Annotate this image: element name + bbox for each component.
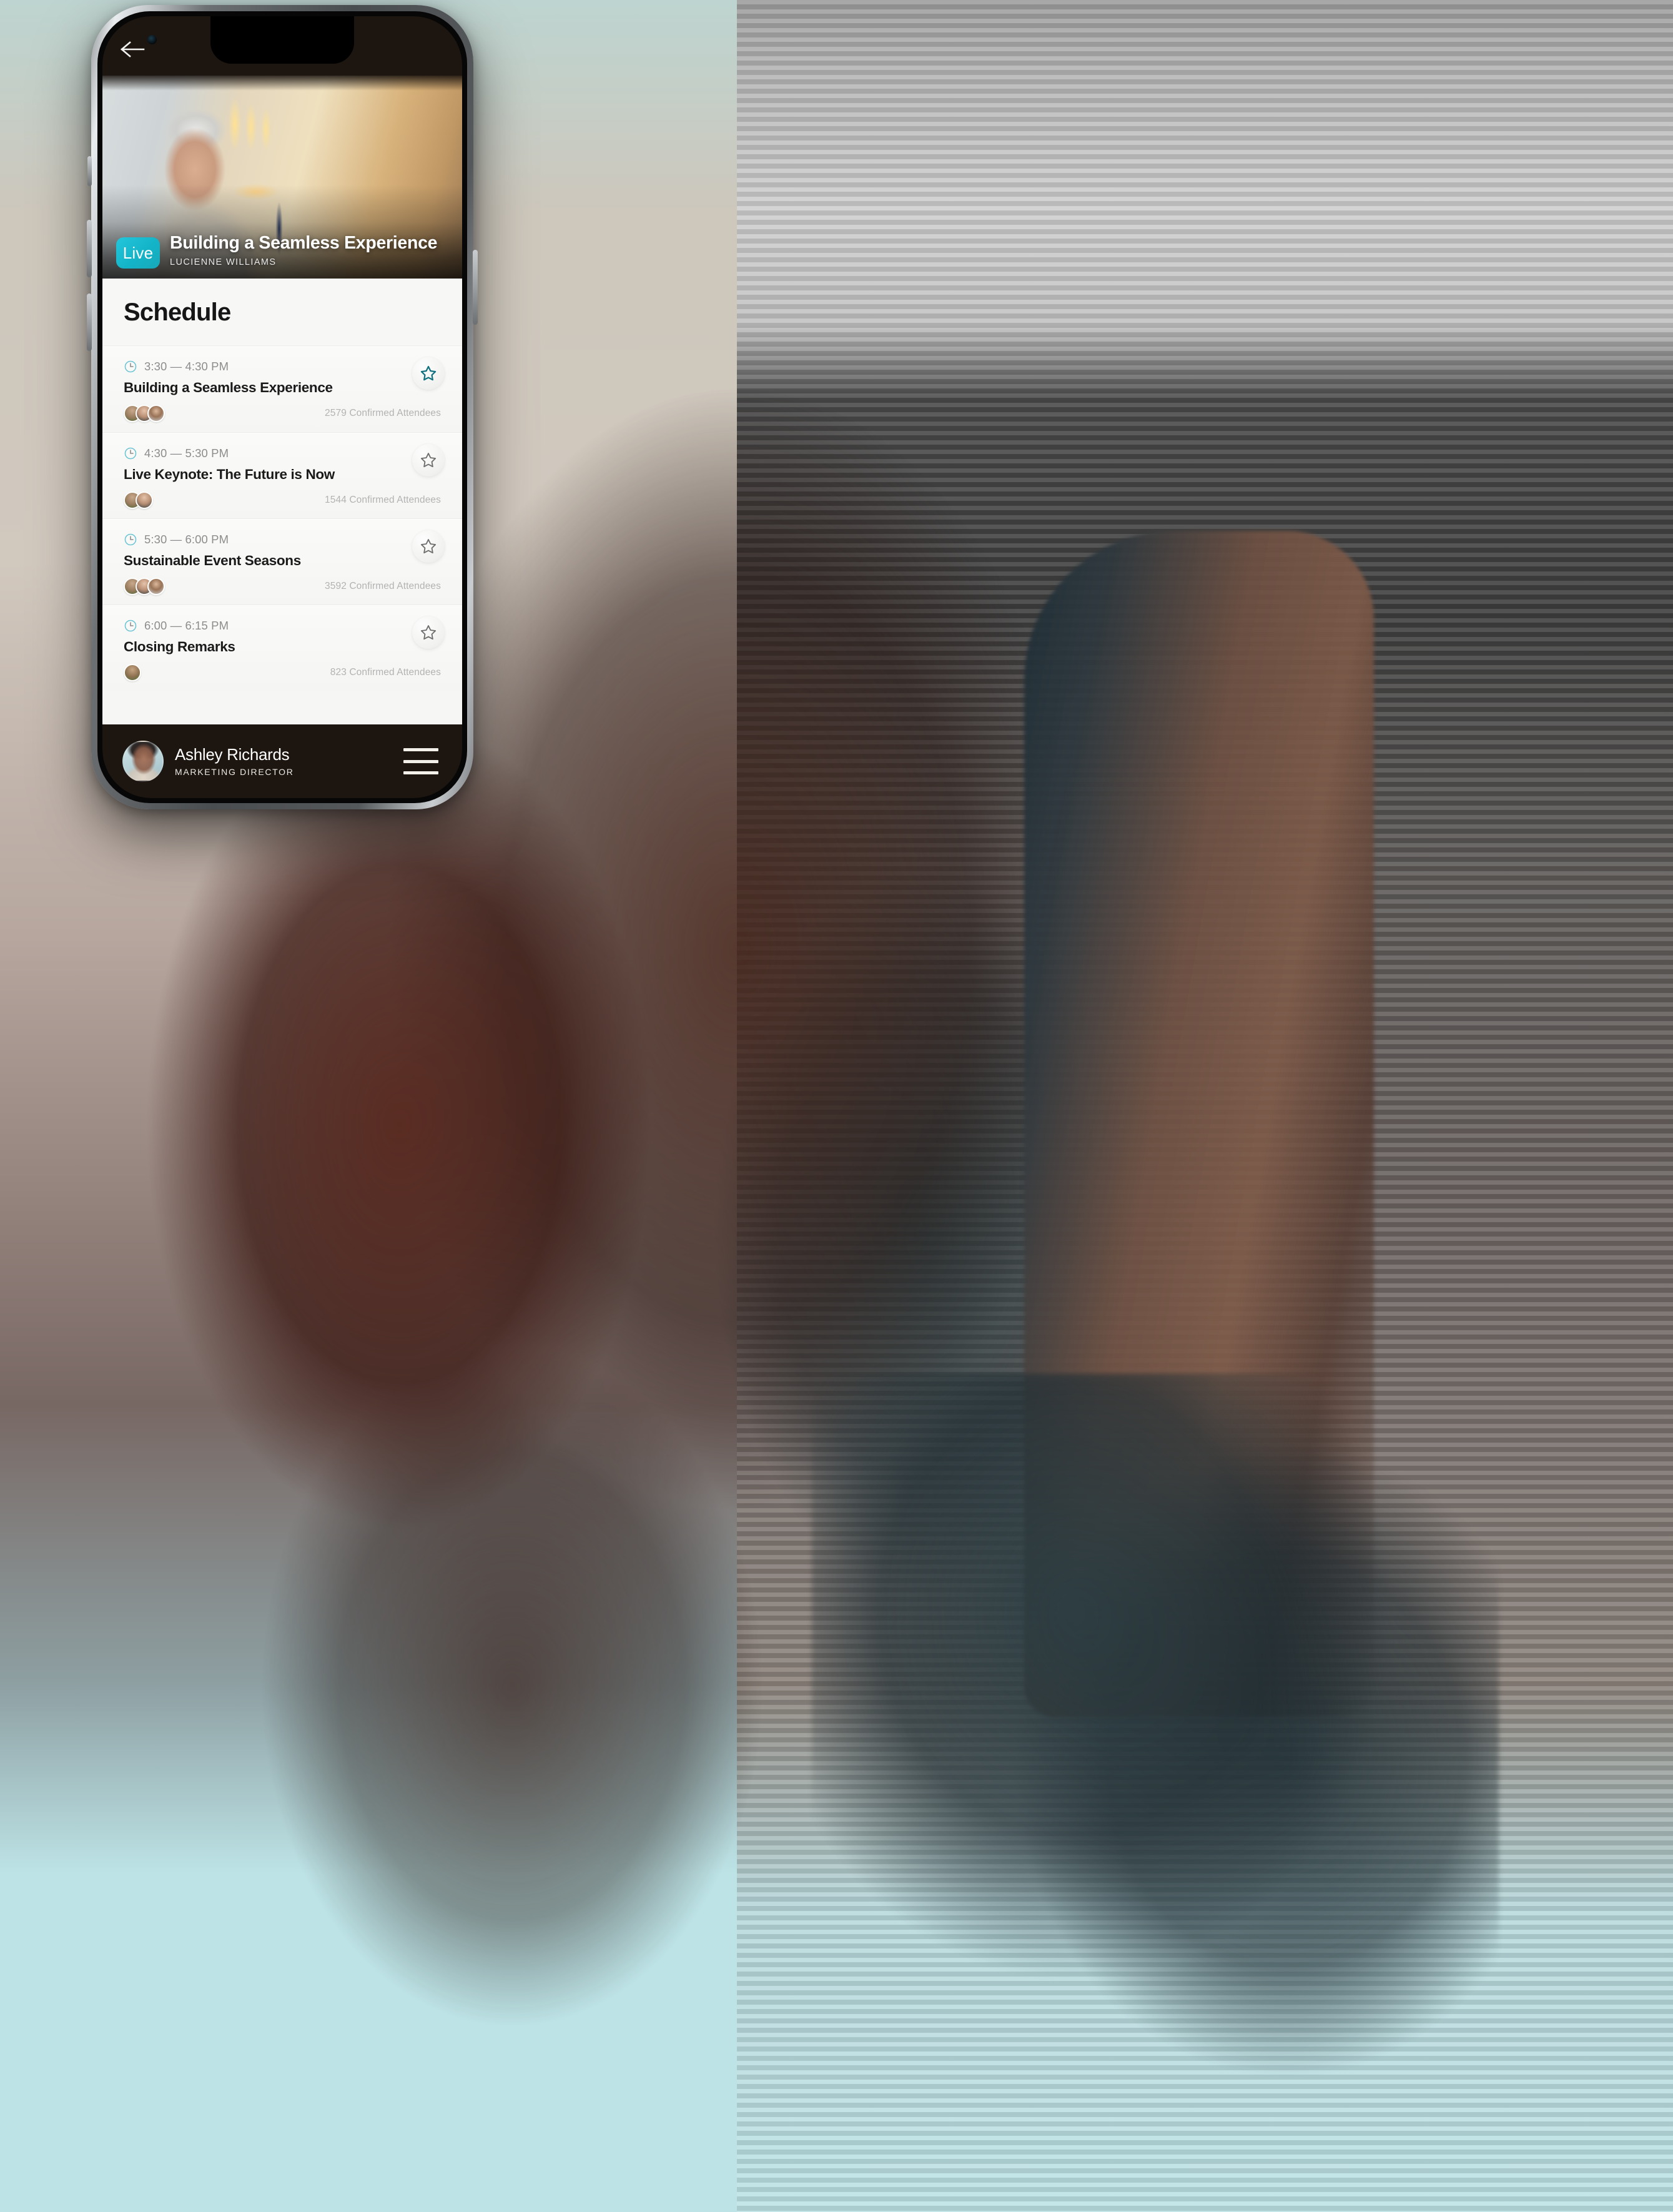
favorite-button[interactable] (412, 616, 445, 649)
menu-bar (403, 748, 438, 751)
attendee-count: 1544 Confirmed Attendees (325, 495, 441, 505)
row-time-group: 5:30 — 6:00 PM (124, 533, 441, 546)
back-button[interactable] (119, 39, 146, 60)
front-camera-icon (147, 35, 157, 44)
user-name: Ashley Richards (175, 745, 290, 764)
schedule-row[interactable]: 4:30 — 5:30 PM Live Keynote: The Future … (102, 432, 462, 518)
schedule-row[interactable]: 5:30 — 6:00 PM Sustainable Event Seasons… (102, 518, 462, 605)
session-title: Building a Seamless Experience (124, 380, 333, 395)
session-time: 4:30 — 5:30 PM (144, 447, 229, 460)
hero-text-group: Building a Seamless Experience LUCIENNE … (170, 233, 438, 267)
schedule-row[interactable]: 3:30 — 4:30 PM Building a Seamless Exper… (102, 346, 462, 432)
attendee-avatars (124, 405, 165, 422)
phone-screen: Live Building a Seamless Experience LUCI… (102, 16, 462, 798)
avatar (136, 491, 153, 509)
user-role: MARKETING DIRECTOR (175, 766, 294, 777)
row-footer: 1544 Confirmed Attendees (124, 491, 441, 509)
user-avatar[interactable] (122, 741, 164, 782)
attendee-avatars (124, 491, 153, 509)
row-time-group: 6:00 — 6:15 PM (124, 619, 441, 633)
session-time: 3:30 — 4:30 PM (144, 360, 229, 373)
row-footer: 823 Confirmed Attendees (124, 664, 441, 681)
avatar (124, 664, 141, 681)
hamburger-menu-icon[interactable] (403, 748, 438, 774)
app-root: Live Building a Seamless Experience LUCI… (102, 16, 462, 798)
avatar (147, 405, 165, 422)
palm-shape (812, 1374, 1499, 2211)
hero-speaker: LUCIENNE WILLIAMS (170, 257, 277, 267)
hero-session-card[interactable]: Live Building a Seamless Experience LUCI… (102, 76, 462, 279)
hero-title: Building a Seamless Experience (170, 233, 438, 253)
hero-top-fade (102, 76, 462, 91)
attendee-count: 823 Confirmed Attendees (330, 667, 441, 678)
page-title: Schedule (124, 298, 231, 326)
user-meta: Ashley Richards MARKETING DIRECTOR (175, 746, 392, 777)
bottom-user-bar: Ashley Richards MARKETING DIRECTOR (102, 724, 462, 798)
attendee-count: 2579 Confirmed Attendees (325, 408, 441, 418)
phone-volume-up-button[interactable] (87, 220, 92, 277)
clock-icon (124, 620, 137, 632)
session-title: Closing Remarks (124, 639, 235, 654)
star-icon (420, 453, 437, 468)
session-time: 6:00 — 6:15 PM (144, 619, 229, 632)
live-badge: Live (116, 237, 160, 269)
star-icon (420, 365, 437, 381)
avatar (147, 578, 165, 595)
app-header (102, 16, 462, 76)
phone-power-button[interactable] (473, 250, 478, 325)
favorite-button[interactable] (412, 530, 445, 563)
attendee-avatars (124, 578, 165, 595)
star-icon (420, 625, 437, 640)
hero-caption: Live Building a Seamless Experience LUCI… (102, 233, 462, 269)
row-time-group: 4:30 — 5:30 PM (124, 447, 441, 460)
row-footer: 3592 Confirmed Attendees (124, 578, 441, 595)
clock-icon (124, 360, 137, 373)
session-time: 5:30 — 6:00 PM (144, 533, 229, 546)
row-time-group: 3:30 — 4:30 PM (124, 360, 441, 373)
attendee-count: 3592 Confirmed Attendees (325, 581, 441, 591)
attendee-avatars (124, 664, 141, 681)
menu-bar (403, 759, 438, 763)
schedule-list[interactable]: 3:30 — 4:30 PM Building a Seamless Exper… (102, 346, 462, 724)
phone-silent-switch[interactable] (87, 156, 92, 186)
favorite-button[interactable] (412, 444, 445, 476)
row-footer: 2579 Confirmed Attendees (124, 405, 441, 422)
star-icon (420, 539, 437, 554)
clock-icon (124, 533, 137, 546)
favorite-button[interactable] (412, 357, 445, 390)
schedule-row[interactable]: 6:00 — 6:15 PM Closing Remarks 823 Confi… (102, 605, 462, 691)
schedule-header: Schedule (102, 279, 462, 346)
phone-notch (210, 16, 354, 64)
phone-volume-down-button[interactable] (87, 294, 92, 351)
clock-icon (124, 447, 137, 460)
back-arrow-icon (120, 41, 145, 57)
menu-bar (403, 771, 438, 774)
session-title: Sustainable Event Seasons (124, 553, 301, 568)
session-title: Live Keynote: The Future is Now (124, 467, 335, 482)
